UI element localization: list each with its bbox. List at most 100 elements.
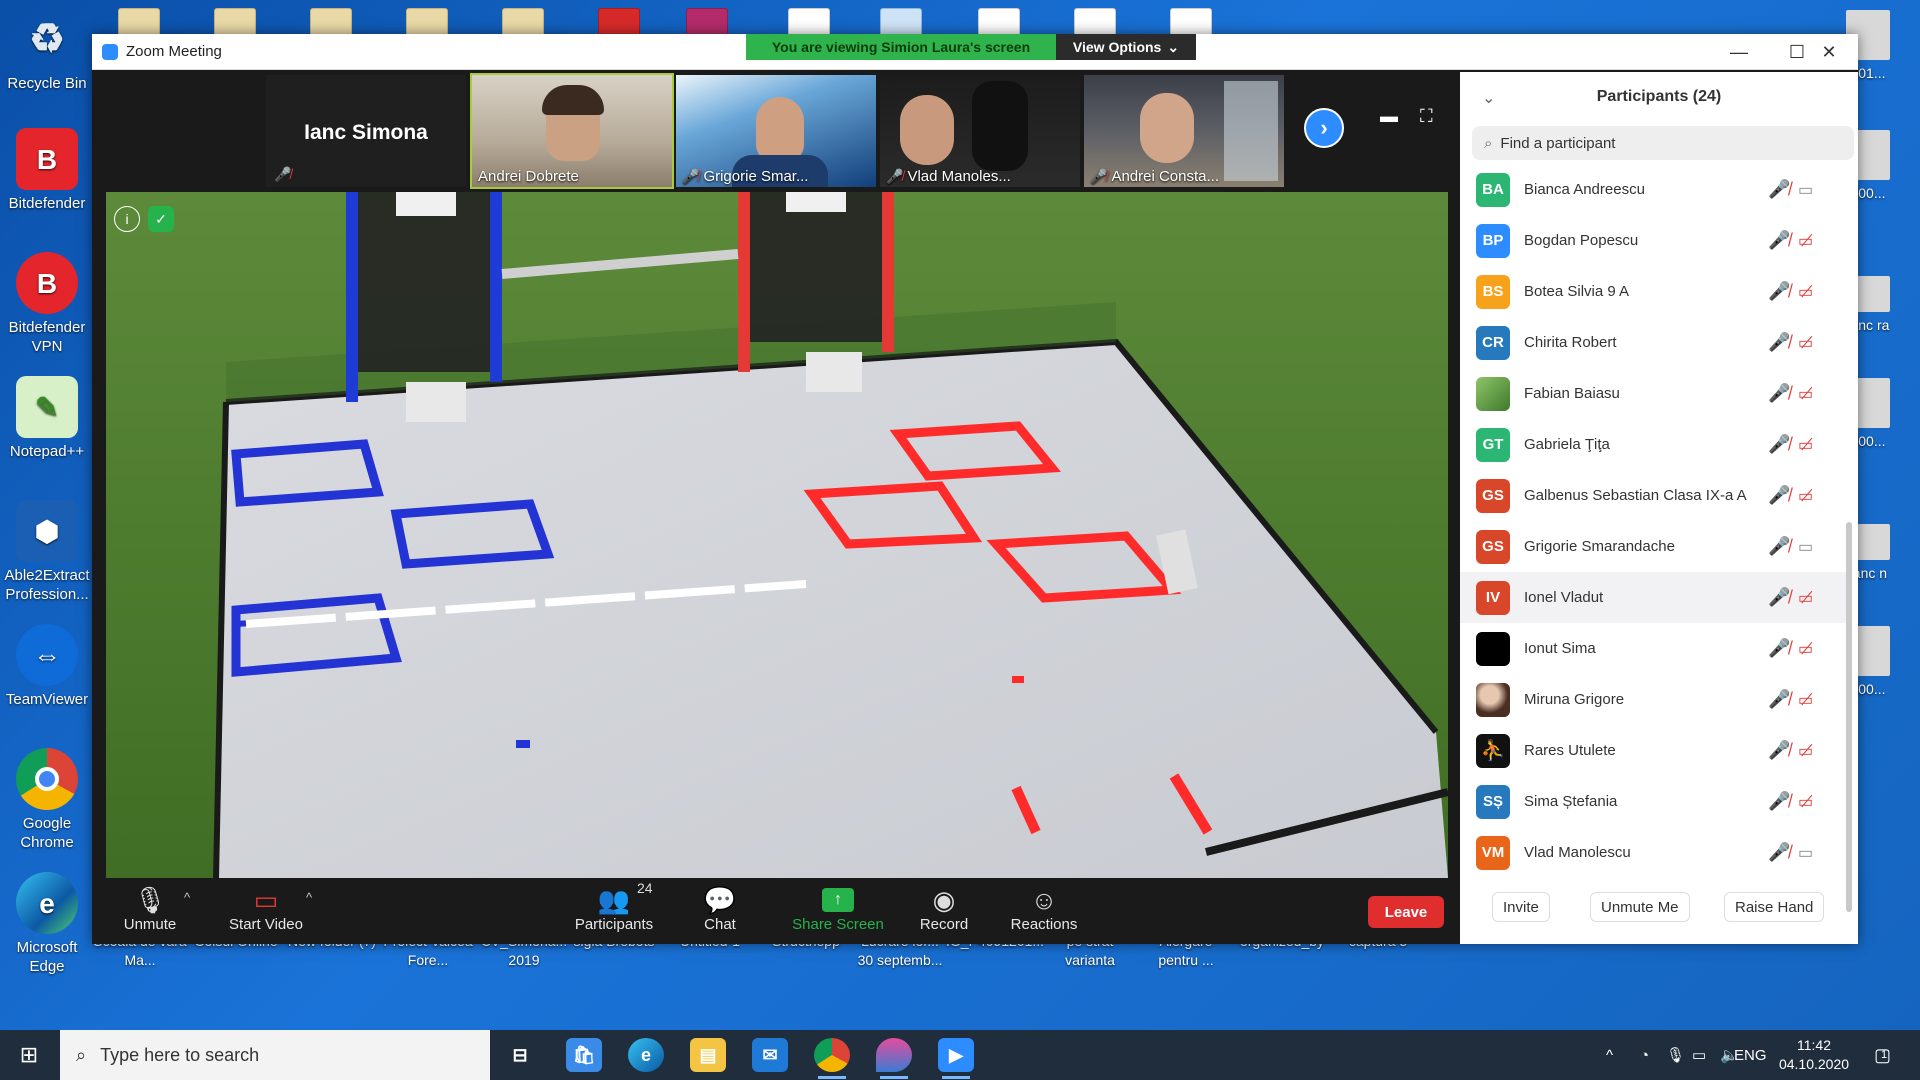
chrome-icon[interactable]	[814, 1038, 850, 1079]
raise-hand-button[interactable]: Raise Hand	[1724, 892, 1825, 922]
zoom-icon[interactable]: ▶	[938, 1038, 974, 1079]
participant-row[interactable]: BS Botea Silvia 9 A 🎤̸ ▭̸	[1460, 266, 1848, 317]
avatar: GS	[1476, 529, 1510, 564]
store-icon[interactable]: 🛍	[566, 1038, 602, 1072]
video-on-icon: ▭	[1798, 538, 1814, 556]
edge-icon[interactable]: e	[628, 1038, 664, 1072]
participant-row[interactable]: BP Bogdan Popescu 🎤̸ ▭̸	[1460, 215, 1848, 266]
info-icon[interactable]: i	[114, 206, 140, 232]
invite-button[interactable]: Invite	[1492, 892, 1550, 922]
notifications-icon[interactable]: ▢ 1	[1874, 1030, 1891, 1080]
participant-name: Bianca Andreescu	[1524, 181, 1645, 198]
participant-row[interactable]: BA Bianca Andreescu 🎤̸ ▭	[1460, 164, 1848, 215]
active-speaker-tile[interactable]: Ianc Simona 🎤̸	[266, 75, 466, 187]
video-tile[interactable]: 🎤̸ Vlad Manoles...	[880, 75, 1080, 187]
reactions-button[interactable]: ☺ Reactions	[1004, 884, 1084, 934]
video-tile[interactable]: 🎤̸ Andrei Consta...	[1084, 75, 1284, 187]
desktop-icon-chrome[interactable]: Google Chrome	[4, 748, 90, 852]
shared-screen[interactable]: i ✓	[106, 192, 1448, 878]
avatar	[1476, 631, 1510, 666]
participant-name: Gabriela Ţiţa	[1524, 436, 1610, 453]
muted-mic-icon: 🎤̸	[1768, 587, 1791, 607]
desktop-icon-bitdefender-vpn[interactable]: B Bitdefender VPN	[4, 252, 90, 356]
video-options-caret[interactable]: ^	[306, 890, 312, 905]
participant-row[interactable]: VM Vlad Manolescu 🎤̸ ▭	[1460, 827, 1848, 878]
desktop-icon-able2extract[interactable]: ⬢ Able2Extract Profession...	[4, 500, 90, 604]
show-hidden-icons[interactable]: ^	[1606, 1030, 1613, 1080]
view-options-button[interactable]: View Options ⌄	[1056, 34, 1196, 60]
next-page-button[interactable]: ›	[1304, 108, 1344, 148]
participant-background	[972, 81, 1028, 171]
participant-row[interactable]: GS Grigorie Smarandache 🎤̸ ▭	[1460, 521, 1848, 572]
mail-icon[interactable]: ✉	[752, 1038, 788, 1072]
task-view-icon[interactable]: ⊟	[502, 1038, 538, 1072]
participant-row[interactable]: GS Galbenus Sebastian Clasa IX-a A 🎤̸ ▭̸	[1460, 470, 1848, 521]
participant-search-input[interactable]	[1500, 134, 1821, 152]
participant-row[interactable]: SȘ Sima Ștefania 🎤̸ ▭̸	[1460, 776, 1848, 827]
record-icon: ◉	[932, 884, 956, 915]
participant-row[interactable]: Fabian Baiasu 🎤̸ ▭̸	[1460, 368, 1848, 419]
participants-scrollbar[interactable]	[1846, 522, 1852, 912]
title-bar[interactable]: Zoom Meeting You are viewing Simion Laur…	[92, 34, 1858, 70]
close-button[interactable]: ✕	[1800, 34, 1858, 70]
edge-icon: e	[16, 872, 78, 934]
participant-row[interactable]: Miruna Grigore 🎤̸ ▭̸	[1460, 674, 1848, 725]
muted-mic-icon: 🎤̸	[1768, 842, 1791, 862]
participant-row[interactable]: Ionut Sima 🎤̸ ▭̸	[1460, 623, 1848, 674]
leave-button[interactable]: Leave	[1368, 896, 1444, 928]
file-explorer-icon[interactable]: ▤	[690, 1038, 726, 1072]
desktop-icon-edge[interactable]: e Microsoft Edge	[4, 872, 90, 976]
unmute-button[interactable]: 🎙 Unmute	[110, 884, 190, 934]
video-tile[interactable]: Andrei Dobrete	[470, 73, 674, 189]
unmute-me-button[interactable]: Unmute Me	[1590, 892, 1690, 922]
participant-search[interactable]: ⌕	[1472, 126, 1854, 160]
unmute-label: Unmute	[123, 916, 177, 933]
paint-icon[interactable]	[876, 1038, 912, 1079]
participant-row[interactable]: CR Chirita Robert 🎤̸ ▭̸	[1460, 317, 1848, 368]
viewing-banner: You are viewing Simion Laura's screen	[746, 34, 1056, 60]
video-tile[interactable]: 🎤̸ Grigorie Smar...	[676, 75, 876, 187]
desktop-icon-teamviewer[interactable]: ⇔ TeamViewer	[4, 624, 90, 709]
muted-mic-icon: 🎤̸	[1768, 740, 1791, 760]
reactions-icon: ☺	[1030, 884, 1058, 915]
able2extract-icon: ⬢	[16, 500, 78, 562]
desktop-icon-recycle-bin[interactable]: ♻ Recycle Bin	[4, 8, 90, 93]
desktop-icon-bitdefender[interactable]: B Bitdefender	[4, 128, 90, 213]
muted-mic-icon: 🎤̸	[274, 166, 292, 182]
muted-mic-icon: 🎤̸	[1768, 536, 1791, 556]
audio-options-caret[interactable]: ^	[184, 890, 190, 905]
video-off-icon: ▭̸	[1798, 640, 1814, 658]
language-indicator[interactable]: ENG	[1734, 1030, 1767, 1080]
muted-mic-icon: 🎤̸	[682, 168, 700, 184]
record-button[interactable]: ◉ Record	[910, 884, 978, 934]
participant-row[interactable]: GT Gabriela Ţiţa 🎤̸ ▭̸	[1460, 419, 1848, 470]
share-screen-button[interactable]: ↑ Share Screen	[790, 884, 886, 933]
avatar: GT	[1476, 427, 1510, 462]
participant-row[interactable]: ⛹ Rares Utulete 🎤̸ ▭̸	[1460, 725, 1848, 776]
chat-button[interactable]: 💬 Chat	[690, 884, 750, 934]
layout-toggle-icon[interactable]: ▬	[1380, 106, 1398, 127]
participants-panel: ⌄ Participants (24) ⌕ BA Bianca Andreesc…	[1460, 72, 1858, 944]
shield-icon[interactable]: ✓	[148, 206, 174, 232]
network-icon[interactable]: ◔	[1640, 1030, 1649, 1080]
clock[interactable]: 11:42 04.10.2020	[1764, 1036, 1864, 1074]
start-video-button[interactable]: ▭ Start Video	[218, 884, 314, 934]
participant-name: Rares Utulete	[1524, 742, 1616, 759]
windows-start-icon[interactable]: ⊞	[0, 1030, 58, 1080]
participant-name: Grigorie Smarandache	[1524, 538, 1675, 555]
taskbar-search-input[interactable]	[100, 1044, 461, 1066]
minimize-button[interactable]: —	[1710, 34, 1768, 70]
desktop-icon-notepad[interactable]: ✎ Notepad++	[4, 376, 90, 461]
muted-mic-icon: 🎤̸	[1768, 434, 1791, 454]
muted-mic-icon: 🎙	[133, 884, 167, 915]
search-icon: ⌕	[76, 1044, 87, 1065]
microphone-icon[interactable]: 🎙	[1666, 1030, 1685, 1080]
share-screen-icon: ↑	[822, 888, 854, 912]
video-off-icon: ▭̸	[1798, 385, 1814, 403]
battery-icon[interactable]: ▭	[1692, 1030, 1706, 1080]
desktop-icon-label: Google Chrome	[20, 815, 74, 851]
participant-row[interactable]: IV Ionel Vladut 🎤̸ ▭̸	[1460, 572, 1848, 623]
taskbar-search[interactable]: ⌕	[60, 1030, 490, 1080]
bitdefender-icon: B	[16, 128, 78, 190]
fullscreen-icon[interactable]: ⛶	[1420, 106, 1433, 127]
